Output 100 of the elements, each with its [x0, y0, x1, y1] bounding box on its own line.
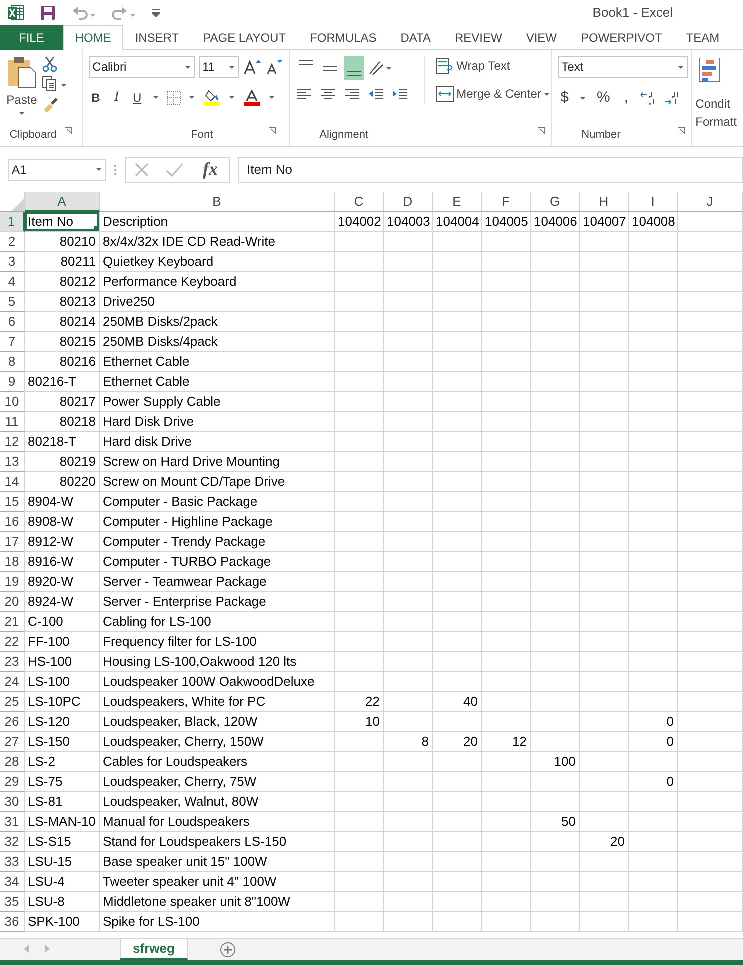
sheet-tab[interactable]: sfrweg: [120, 939, 188, 960]
caret-icon[interactable]: [228, 96, 235, 99]
orientation-icon[interactable]: [368, 60, 392, 76]
row-header[interactable]: 35: [0, 892, 25, 912]
row-header[interactable]: 29: [0, 772, 25, 792]
borders-icon[interactable]: [166, 90, 181, 104]
row-header[interactable]: 31: [0, 812, 25, 832]
row-header[interactable]: 3: [0, 252, 25, 272]
shrink-font-icon[interactable]: [264, 59, 283, 75]
number-format-dropdown[interactable]: Text: [558, 56, 688, 78]
align-center-icon[interactable]: [320, 88, 336, 102]
file-tab[interactable]: FILE: [0, 25, 64, 50]
row-header[interactable]: 32: [0, 832, 25, 852]
number-format-button[interactable]: $: [558, 86, 572, 110]
row-header[interactable]: 2: [0, 232, 25, 252]
row-header[interactable]: 28: [0, 752, 25, 772]
underline-button[interactable]: U: [130, 88, 145, 108]
column-header[interactable]: B: [100, 192, 335, 212]
row-header[interactable]: 20: [0, 592, 25, 612]
column-header[interactable]: J: [678, 192, 743, 212]
row-header[interactable]: 26: [0, 712, 25, 732]
row-header[interactable]: 4: [0, 272, 25, 292]
row-header[interactable]: 12: [0, 432, 25, 452]
row-header[interactable]: 5: [0, 292, 25, 312]
row-header[interactable]: 14: [0, 472, 25, 492]
column-header[interactable]: H: [580, 192, 629, 212]
dialog-launcher-icon[interactable]: [269, 126, 276, 134]
merge-center-button[interactable]: Merge & Center: [432, 84, 554, 104]
formula-input[interactable]: Item No: [238, 156, 743, 182]
row-header[interactable]: 8: [0, 352, 25, 372]
column-header[interactable]: C: [335, 192, 384, 212]
ribbon-tab[interactable]: PAGE LAYOUT: [191, 25, 298, 50]
cut-icon[interactable]: [42, 56, 58, 72]
align-left-icon[interactable]: [296, 88, 312, 102]
paste-button[interactable]: Paste: [6, 56, 38, 115]
ribbon-tab[interactable]: REVIEW: [442, 25, 514, 50]
row-header[interactable]: 34: [0, 872, 25, 892]
row-header[interactable]: 16: [0, 512, 25, 532]
row-header[interactable]: 10: [0, 392, 25, 412]
fill-color-icon[interactable]: [202, 90, 221, 106]
column-header[interactable]: D: [384, 192, 433, 212]
ribbon-tab[interactable]: POWERPIVOT: [569, 25, 674, 50]
ribbon-tab[interactable]: FORMULAS: [298, 25, 389, 50]
copy-icon[interactable]: [42, 76, 68, 92]
ribbon-tab[interactable]: DATA: [388, 25, 443, 50]
row-header[interactable]: 15: [0, 492, 25, 512]
column-header[interactable]: F: [482, 192, 531, 212]
grow-font-icon[interactable]: [242, 59, 261, 75]
bold-button[interactable]: B: [88, 88, 104, 108]
row-header[interactable]: 24: [0, 672, 25, 692]
name-box[interactable]: A1: [8, 158, 106, 180]
row-header[interactable]: 19: [0, 572, 25, 592]
row-header[interactable]: 6: [0, 312, 25, 332]
row-header[interactable]: 18: [0, 552, 25, 572]
decrease-indent-icon[interactable]: [368, 88, 384, 102]
italic-button[interactable]: I: [111, 86, 122, 109]
row-header[interactable]: 27: [0, 732, 25, 752]
check-icon[interactable]: [166, 162, 184, 178]
format-painter-icon[interactable]: [42, 96, 58, 112]
row-header[interactable]: 1: [0, 212, 25, 232]
caret-icon[interactable]: [152, 96, 159, 99]
dialog-launcher-icon[interactable]: [64, 126, 72, 134]
dialog-launcher-icon[interactable]: [678, 126, 685, 134]
decrease-decimal-icon[interactable]: [664, 90, 680, 106]
row-header[interactable]: 36: [0, 912, 25, 932]
conditional-formatting-button[interactable]: Condit Formatt: [696, 58, 737, 130]
row-header[interactable]: 11: [0, 412, 25, 432]
row-header[interactable]: 25: [0, 692, 25, 712]
font-size-dropdown[interactable]: 11: [198, 56, 239, 78]
number-format-button[interactable]: %: [594, 86, 614, 110]
customize-toolbar-icon[interactable]: [152, 8, 160, 16]
bottom-align-button[interactable]: [344, 56, 364, 80]
dialog-launcher-icon[interactable]: [538, 126, 545, 134]
ribbon-tab[interactable]: INSERT: [123, 25, 192, 50]
row-header[interactable]: 21: [0, 612, 25, 632]
caret-icon[interactable]: [188, 96, 195, 99]
wrap-text-button[interactable]: Wrap Text: [432, 56, 554, 76]
row-header[interactable]: 33: [0, 852, 25, 872]
increase-decimal-icon[interactable]: [640, 90, 656, 106]
ribbon-tab[interactable]: HOME: [63, 25, 124, 50]
column-header[interactable]: G: [531, 192, 580, 212]
column-header[interactable]: E: [433, 192, 482, 212]
row-header[interactable]: 13: [0, 452, 25, 472]
caret-icon[interactable]: [268, 96, 275, 99]
add-sheet-icon[interactable]: [220, 942, 236, 958]
align-right-icon[interactable]: [344, 88, 360, 102]
row-header[interactable]: 17: [0, 532, 25, 552]
ribbon-tab[interactable]: VIEW: [514, 25, 569, 50]
font-color-icon[interactable]: [242, 90, 261, 106]
row-header[interactable]: 22: [0, 632, 25, 652]
row-header[interactable]: 30: [0, 792, 25, 812]
save-icon[interactable]: [40, 4, 56, 20]
drag-handle-icon[interactable]: [114, 164, 117, 176]
number-format-button[interactable]: ,: [621, 86, 632, 110]
row-header[interactable]: 9: [0, 372, 25, 392]
caret-icon[interactable]: [580, 96, 586, 100]
increase-indent-icon[interactable]: [392, 88, 408, 102]
font-name-dropdown[interactable]: Calibri: [88, 56, 195, 78]
row-header[interactable]: 7: [0, 332, 25, 352]
column-header[interactable]: A: [25, 192, 100, 212]
